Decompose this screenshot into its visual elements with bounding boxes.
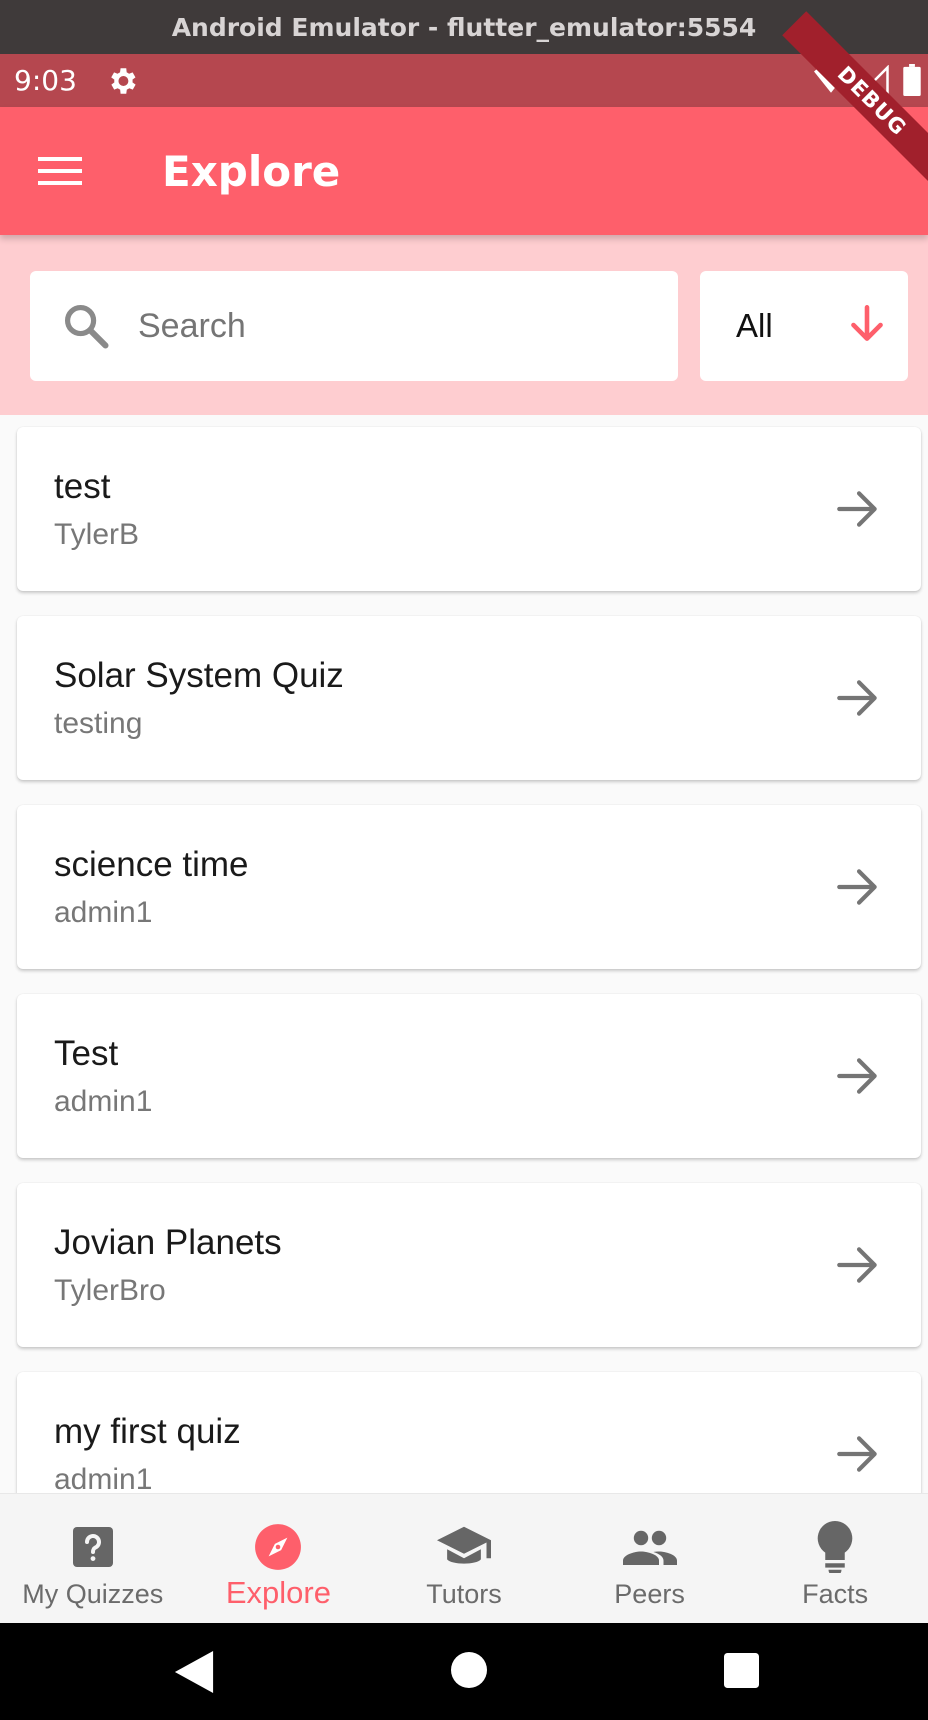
filter-value: All: [736, 307, 773, 344]
quiz-list: test TylerB Solar System Quiz testing sc…: [0, 415, 928, 1493]
quiz-author: TylerBro: [54, 1274, 166, 1307]
page-title: Explore: [162, 146, 341, 196]
recents-icon[interactable]: [724, 1653, 759, 1688]
quiz-title: science time: [54, 845, 249, 884]
nav-label: Peers: [614, 1579, 685, 1609]
menu-button[interactable]: [30, 141, 90, 201]
menu-icon: [38, 157, 82, 185]
nav-item-my-quizzes[interactable]: My Quizzes: [0, 1494, 186, 1623]
filter-dropdown[interactable]: All: [700, 271, 908, 381]
search-box[interactable]: [30, 271, 678, 381]
nav-label: My Quizzes: [22, 1579, 164, 1609]
nav-item-tutors[interactable]: Tutors: [371, 1494, 557, 1623]
system-nav-bar: [0, 1623, 928, 1720]
quiz-card[interactable]: my first quiz admin1: [17, 1372, 921, 1493]
nav-item-facts[interactable]: Facts: [742, 1494, 928, 1623]
nav-label: Explore: [225, 1575, 331, 1610]
quiz-card[interactable]: science time admin1: [17, 805, 921, 969]
quiz-card[interactable]: test TylerB: [17, 427, 921, 591]
quiz-title: my first quiz: [54, 1412, 241, 1451]
arrow-forward-icon[interactable]: [833, 1240, 883, 1290]
quiz-author: testing: [54, 707, 143, 740]
quiz-title: Test: [54, 1034, 119, 1073]
search-icon: [64, 304, 109, 349]
quiz-author: admin1: [54, 1463, 153, 1493]
nav-label: Facts: [802, 1579, 869, 1609]
home-icon[interactable]: [451, 1652, 487, 1688]
help-icon: [72, 1527, 113, 1567]
school-icon: [436, 1526, 491, 1564]
quiz-card[interactable]: Solar System Quiz testing: [17, 616, 921, 780]
nav-label: Tutors: [426, 1579, 502, 1609]
quiz-card[interactable]: Test admin1: [17, 994, 921, 1158]
arrow-forward-icon[interactable]: [833, 673, 883, 723]
compass-icon: [255, 1524, 302, 1570]
arrow-forward-icon[interactable]: [833, 862, 883, 912]
bottom-nav: My Quizzes Explore Tutors Peers Facts: [0, 1493, 928, 1623]
arrow-down-icon: [851, 305, 883, 341]
quiz-title: test: [54, 467, 111, 506]
arrow-forward-icon[interactable]: [833, 1051, 883, 1101]
back-icon[interactable]: [174, 1651, 214, 1693]
nav-item-explore[interactable]: Explore: [186, 1494, 372, 1623]
quiz-author: TylerB: [54, 518, 140, 551]
quiz-title: Jovian Planets: [54, 1223, 282, 1262]
battery-icon: [903, 64, 921, 96]
arrow-forward-icon[interactable]: [833, 484, 883, 534]
gear-icon: [111, 67, 136, 94]
nav-item-peers[interactable]: Peers: [557, 1494, 743, 1623]
people-icon: [622, 1530, 677, 1565]
status-bar: 9:03: [0, 54, 928, 107]
arrow-forward-icon[interactable]: [833, 1429, 883, 1479]
lightbulb-icon: [817, 1521, 853, 1573]
quiz-author: admin1: [54, 1085, 153, 1118]
quiz-author: admin1: [54, 896, 153, 929]
quiz-title: Solar System Quiz: [54, 656, 344, 695]
status-time: 9:03: [14, 64, 77, 97]
search-area: All: [0, 235, 928, 415]
quiz-card[interactable]: Jovian Planets TylerBro: [17, 1183, 921, 1347]
search-input[interactable]: [138, 306, 618, 346]
app-bar: Explore: [0, 107, 928, 235]
